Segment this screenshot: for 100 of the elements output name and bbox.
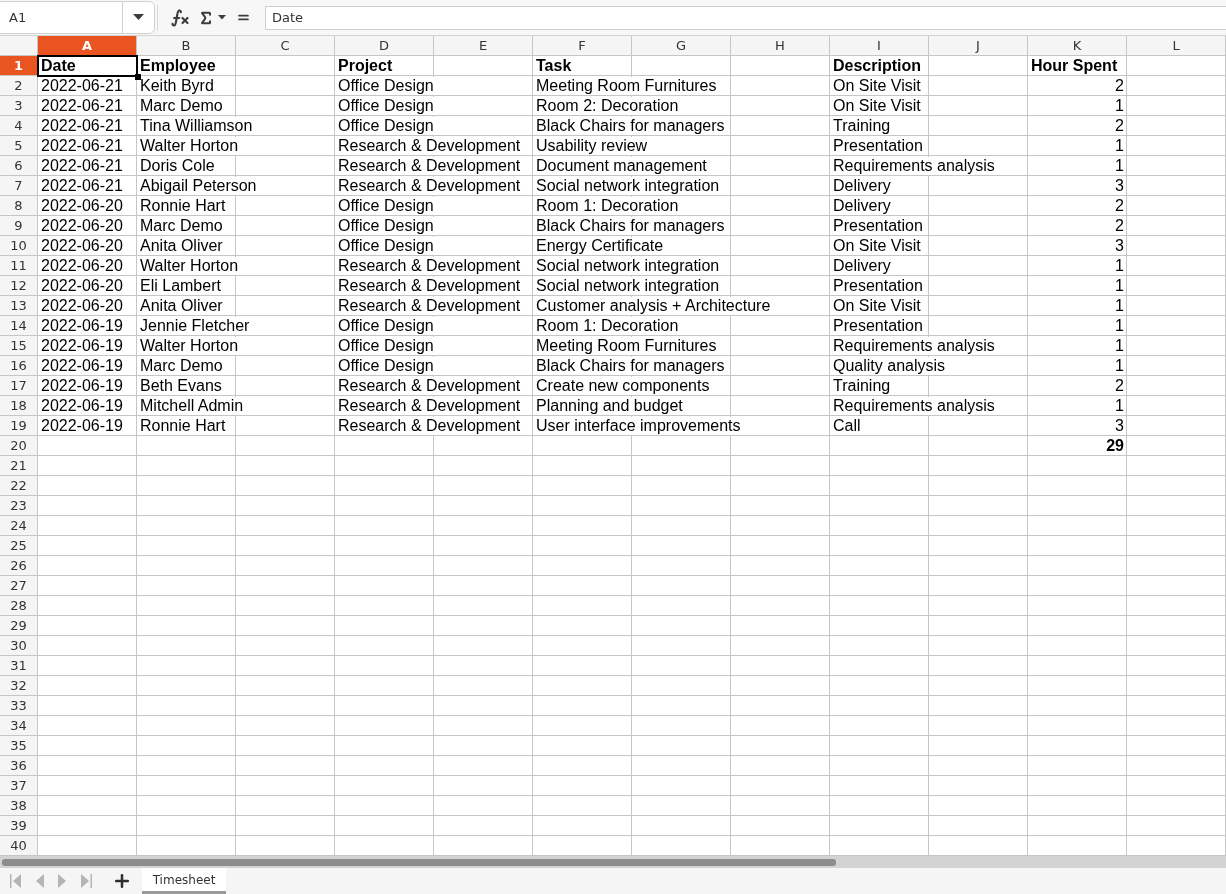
row-header[interactable]: 25 [0,536,38,556]
row-header[interactable]: 14 [0,316,38,336]
row-header[interactable]: 32 [0,676,38,696]
row-header[interactable]: 40 [0,836,38,856]
column-header[interactable]: A [38,36,137,56]
cell-text: Delivery [833,176,891,195]
cell-text: Energy Certificate [536,236,664,255]
row-header[interactable]: 33 [0,696,38,716]
fill-handle[interactable] [135,74,141,80]
row-header[interactable]: 30 [0,636,38,656]
column-header[interactable]: C [236,36,335,56]
cell-text: Office Design [338,236,434,255]
heading-text: Description [833,56,921,75]
row-header[interactable]: 4 [0,116,38,136]
cell-text: Room 1: Decoration [536,316,679,335]
cell-text: User interface improvements [536,416,741,435]
row-header[interactable]: 21 [0,456,38,476]
row-header[interactable]: 28 [0,596,38,616]
row-header[interactable]: 15 [0,336,38,356]
triangle-right-icon [58,874,67,888]
formula-input[interactable]: Date [265,5,1226,30]
cell-text: Research & Development [338,416,521,435]
column-header[interactable]: K [1028,36,1127,56]
row-header[interactable]: 35 [0,736,38,756]
row-header[interactable]: 29 [0,616,38,636]
scrollbar-thumb[interactable] [2,858,836,866]
row-header[interactable]: 7 [0,176,38,196]
sum-dropdown-button[interactable] [218,15,226,20]
select-all-corner[interactable] [0,36,38,56]
sum-button[interactable] [198,9,214,26]
cell-text: Requirements analysis [833,396,995,415]
row-header[interactable]: 24 [0,516,38,536]
cell-text: Room 1: Decoration [536,196,679,215]
row-header[interactable]: 18 [0,396,38,416]
function-wizard-button[interactable] [170,7,190,28]
row-header[interactable]: 5 [0,136,38,156]
row-header[interactable]: 38 [0,796,38,816]
row-header[interactable]: 26 [0,556,38,576]
row-header[interactable]: 3 [0,96,38,116]
row-header[interactable]: 31 [0,656,38,676]
cell-text: Black Chairs for managers [536,216,725,235]
caret-icon [133,14,144,21]
cell-text: Walter Horton [140,336,239,355]
cell-text: Research & Development [338,296,521,315]
row-header[interactable]: 6 [0,156,38,176]
cell-text: Research & Development [338,256,521,275]
row-header[interactable]: 22 [0,476,38,496]
name-box-dropdown[interactable] [122,1,155,34]
column-header[interactable]: G [632,36,731,56]
row-header[interactable]: 39 [0,816,38,836]
skip-end-icon [81,874,92,888]
column-header[interactable]: F [533,36,632,56]
horizontal-scrollbar[interactable] [0,856,1226,868]
row-header[interactable]: 13 [0,296,38,316]
cell-text: Black Chairs for managers [536,116,725,135]
row-header[interactable]: 23 [0,496,38,516]
column-header[interactable]: J [929,36,1028,56]
cell-text: Office Design [338,316,434,335]
skip-start-icon [10,874,21,888]
row-header[interactable]: 12 [0,276,38,296]
column-header[interactable]: L [1127,36,1226,56]
cell-text: Walter Horton [140,136,239,155]
cell-text: Planning and budget [536,396,683,415]
row-header[interactable]: 17 [0,376,38,396]
row-header[interactable]: 2 [0,76,38,96]
cell-text: Requirements analysis [833,156,995,175]
cell-text: Office Design [338,76,434,95]
cell-text: Create new components [536,376,710,395]
cell-text: Black Chairs for managers [536,356,725,375]
column-header[interactable]: H [731,36,830,56]
column-header[interactable]: I [830,36,929,56]
row-header[interactable]: 34 [0,716,38,736]
cell-text: Walter Horton [140,256,239,275]
row-header[interactable]: 11 [0,256,38,276]
cell-text: Customer analysis + Architecture [536,296,771,315]
cell-grid[interactable] [38,56,1226,856]
cell-text: Office Design [338,336,434,355]
row-header[interactable]: 37 [0,776,38,796]
sheet-tab[interactable]: Timesheet [142,868,226,894]
row-header[interactable]: 27 [0,576,38,596]
cell-text: Office Design [338,356,434,375]
cell-text: Room 2: Decoration [536,96,679,115]
column-header[interactable]: D [335,36,434,56]
column-header[interactable]: B [137,36,236,56]
name-box[interactable]: A1 [0,1,122,34]
row-header[interactable]: 9 [0,216,38,236]
selected-cell[interactable]: Date [38,56,137,76]
cell-text: Research & Development [338,396,521,415]
row-header[interactable]: 1 [0,56,38,76]
sigma-icon [198,9,214,26]
row-header[interactable]: 19 [0,416,38,436]
row-header[interactable]: 16 [0,356,38,376]
row-header[interactable]: 36 [0,756,38,776]
cell-text: Office Design [338,96,434,115]
cell-text: Research & Development [338,376,521,395]
row-header[interactable]: 10 [0,236,38,256]
row-header[interactable]: 8 [0,196,38,216]
cell-text: Research & Development [338,176,521,195]
column-header[interactable]: E [434,36,533,56]
row-header[interactable]: 20 [0,436,38,456]
